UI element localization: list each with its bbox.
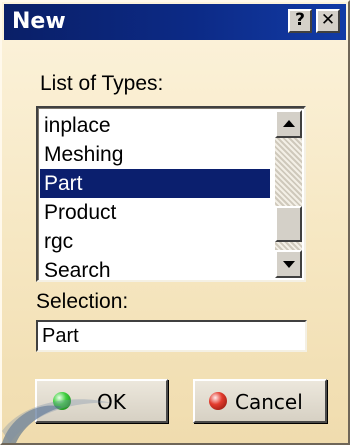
vertical-scrollbar[interactable] [275,110,302,278]
ok-button-label: OK [97,390,126,414]
scroll-up-button[interactable] [275,110,302,138]
list-item[interactable]: Search [40,256,270,285]
title-bar[interactable]: New ? ✕ [4,4,346,40]
list-of-types-label: List of Types: [40,72,164,95]
types-list: inplace Meshing Part Product rgc Search [40,111,270,285]
selection-field[interactable] [36,320,307,352]
close-button[interactable]: ✕ [316,9,340,33]
red-ball-icon [209,392,227,410]
cancel-button[interactable]: Cancel [193,379,327,423]
scroll-down-arrow-icon [283,261,295,268]
help-button[interactable]: ? [288,9,312,33]
ok-button[interactable]: OK [35,379,168,423]
scrollbar-thumb[interactable] [275,206,302,242]
new-dialog: New ? ✕ List of Types: inplace Meshing P… [0,0,350,445]
green-ball-icon [53,392,71,410]
list-item[interactable]: inplace [40,111,270,140]
cancel-button-label: Cancel [235,390,303,414]
list-item[interactable]: Meshing [40,140,270,169]
list-item[interactable]: Product [40,198,270,227]
types-listbox[interactable]: inplace Meshing Part Product rgc Search [36,106,306,282]
scroll-up-arrow-icon [283,120,295,127]
window-title: New [12,9,66,34]
list-item[interactable]: rgc [40,227,270,256]
scroll-down-button[interactable] [275,250,302,278]
selection-label: Selection: [36,290,129,313]
list-item-selected[interactable]: Part [40,169,270,198]
